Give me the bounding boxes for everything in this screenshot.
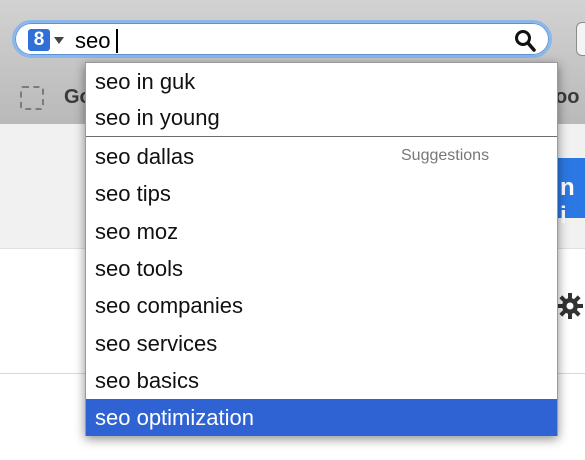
suggestion-item-label: seo basics: [95, 368, 199, 393]
suggestion-item[interactable]: seo services: [86, 325, 557, 362]
search-field[interactable]: 8 seo: [12, 20, 552, 58]
history-item[interactable]: seo in young: [86, 99, 557, 136]
history-item-label: seo in young: [95, 105, 220, 130]
bookmark-icon[interactable]: [20, 86, 44, 110]
history-item[interactable]: seo in guk: [86, 63, 557, 100]
suggestion-item[interactable]: seo basics: [86, 362, 557, 399]
suggestion-item-label: seo companies: [95, 293, 243, 318]
chevron-down-icon[interactable]: [54, 37, 64, 44]
search-query-text: seo: [75, 28, 111, 53]
suggestion-item-label: seo tips: [95, 181, 171, 206]
bookmark-label-right[interactable]: oo: [555, 86, 579, 109]
suggestions-section-label: Suggestions: [401, 147, 490, 164]
engine-letter: 8: [33, 29, 45, 50]
search-engine-icon[interactable]: 8: [28, 29, 50, 51]
search-input[interactable]: seo: [75, 28, 119, 54]
suggestion-item[interactable]: seo tips: [86, 175, 557, 212]
suggestion-item-label: seo moz: [95, 219, 179, 244]
suggestion-item[interactable]: seo companies: [86, 287, 557, 324]
search-icon[interactable]: [513, 28, 537, 54]
suggestion-item[interactable]: seo moz: [86, 213, 557, 250]
gear-icon[interactable]: [556, 292, 584, 320]
section-divider: [86, 136, 557, 137]
suggestion-item-label: seo dallas: [95, 144, 195, 169]
history-item-label: seo in guk: [95, 69, 196, 94]
text-cursor: [116, 28, 119, 53]
page-action-button-label: n i: [560, 174, 575, 229]
suggestion-item-label: seo services: [95, 331, 218, 356]
suggestion-item-label: seo tools: [95, 256, 184, 281]
toolbar-button[interactable]: [576, 22, 585, 56]
suggestion-item-selected[interactable]: seo optimization: [86, 399, 557, 436]
suggestion-item-label: seo optimization: [95, 405, 254, 430]
suggestion-item[interactable]: seo tools: [86, 250, 557, 287]
search-suggestions-dropdown: seo in guk seo in young seo dallas Sugge…: [85, 62, 558, 436]
